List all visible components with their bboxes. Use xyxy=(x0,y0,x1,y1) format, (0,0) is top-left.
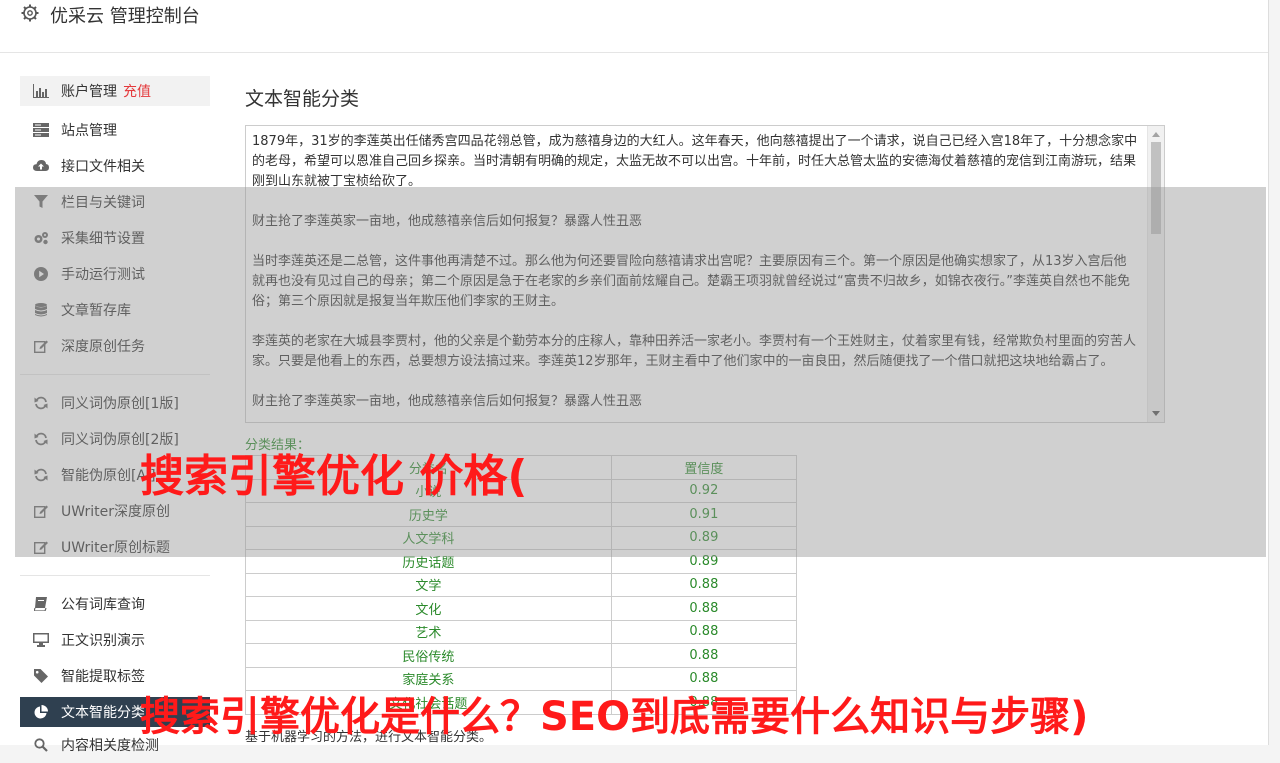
table-row: 文化 0.88 xyxy=(245,596,798,621)
table-row: 民俗传统 0.88 xyxy=(245,643,798,668)
category-cell: 文化 xyxy=(245,596,612,621)
page-title: 文本智能分类 xyxy=(245,88,360,110)
overlay-headline-2: 搜索引擎优化是什么？SEO到底需要什么知识与步骤) xyxy=(140,694,1089,740)
pie-chart-icon xyxy=(33,704,49,720)
sidebar-item-public-lexicon[interactable]: 公有词库查询 xyxy=(20,586,210,622)
category-cell: 民俗传统 xyxy=(245,643,612,668)
category-cell: 文学 xyxy=(245,572,612,597)
sidebar-item-label: 站点管理 xyxy=(61,123,117,139)
sidebar-item-label: 公有词库查询 xyxy=(61,597,145,613)
table-row: 艺术 0.88 xyxy=(245,619,798,644)
recharge-link[interactable]: 充值 xyxy=(123,81,151,101)
cloud-upload-icon xyxy=(33,158,49,174)
overlay-headline-1: 搜索引擎优化 价格( xyxy=(140,451,528,502)
bar-chart-icon xyxy=(33,83,49,99)
table-row: 文学 0.88 xyxy=(245,572,798,597)
gear-icon[interactable] xyxy=(20,3,40,23)
category-cell: 艺术 xyxy=(245,619,612,644)
confidence-cell: 0.88 xyxy=(610,643,798,668)
sidebar-item-label: 文本智能分类 xyxy=(61,705,145,721)
book-icon xyxy=(33,596,49,612)
desktop-icon xyxy=(33,632,49,648)
sidebar-item-text-recognition[interactable]: 正文识别演示 xyxy=(20,622,210,658)
sidebar-item-sites[interactable]: 站点管理 xyxy=(20,112,210,148)
confidence-cell: 0.88 xyxy=(610,596,798,621)
sidebar-item-api-files[interactable]: 接口文件相关 xyxy=(20,148,210,184)
sidebar-item-account[interactable]: 账户管理 充值 xyxy=(20,76,210,106)
confidence-cell: 0.88 xyxy=(610,572,798,597)
search-icon xyxy=(33,737,49,753)
top-header: 优采云 管理控制台 xyxy=(0,0,1268,53)
sidebar-item-label: 正文识别演示 xyxy=(61,633,145,649)
paragraph: 1879年，31岁的李莲英出任储秀宫四品花翎总管，成为慈禧身边的大红人。这年春天… xyxy=(252,134,1138,189)
sidebar-item-label: 接口文件相关 xyxy=(61,159,145,175)
server-icon xyxy=(33,122,49,138)
sidebar-item-label: 账户管理 xyxy=(61,84,117,100)
confidence-cell: 0.88 xyxy=(610,619,798,644)
sidebar-item-label: 智能提取标签 xyxy=(61,669,145,685)
sidebar-divider xyxy=(20,575,210,576)
app-title: 优采云 管理控制台 xyxy=(50,6,200,27)
scroll-up-arrow-icon[interactable] xyxy=(1152,132,1160,137)
tag-icon xyxy=(33,668,49,684)
